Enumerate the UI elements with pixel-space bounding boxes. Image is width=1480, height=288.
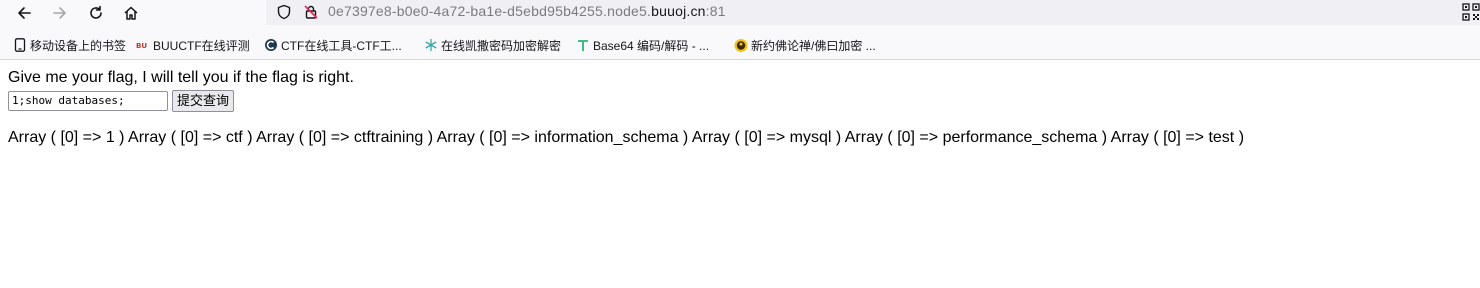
bookmark-buuctf[interactable]: BU BUUCTF在线评测 [136, 36, 250, 54]
bookmark-ctf-tools[interactable]: CTF在线工具-CTF工... [264, 36, 402, 54]
bookmark-base64[interactable]: Base64 编码/解码 - ... [576, 36, 709, 54]
bookmark-label: 在线凯撒密码加密解密 [441, 38, 562, 53]
ctf-tools-icon [264, 38, 278, 52]
bookmarks-bar: 移动设备上的书签 BU BUUCTF在线评测 CTF在线工具-CTF工... 在… [0, 26, 1480, 60]
bookmark-label: CTF在线工具-CTF工... [281, 38, 402, 53]
bookmark-label: 移动设备上的书签 [30, 38, 127, 53]
insecure-lock-icon[interactable] [301, 2, 321, 22]
mobile-icon [13, 38, 27, 52]
shield-icon[interactable] [274, 2, 294, 22]
svg-text:BU: BU [136, 42, 147, 50]
qr-code-icon[interactable] [1462, 3, 1480, 21]
url-port: :81 [705, 3, 726, 19]
back-button[interactable] [13, 2, 35, 24]
buddha-icon [734, 38, 748, 52]
submit-query-button[interactable]: 提交查询 [172, 90, 235, 112]
back-arrow-icon [18, 7, 31, 19]
url-domain: buuoj.cn [651, 3, 706, 19]
browser-toolbar: 0e7397e8-b0e0-4a72-ba1e-d5ebd95b4255.nod… [0, 0, 1480, 26]
url-text[interactable]: 0e7397e8-b0e0-4a72-ba1e-d5ebd95b4255.nod… [328, 3, 726, 19]
home-icon [124, 6, 138, 20]
bookmark-label: BUUCTF在线评测 [153, 38, 250, 53]
bookmark-label: Base64 编码/解码 - ... [593, 38, 710, 53]
query-result: Array ( [0] => 1 ) Array ( [0] => ctf ) … [8, 129, 1245, 146]
bookmark-mobile[interactable]: 移动设备上的书签 [13, 36, 126, 54]
flag-prompt: Give me your flag, I will tell you if th… [8, 69, 354, 86]
url-prefix: 0e7397e8-b0e0-4a72-ba1e-d5ebd95b4255.nod… [328, 3, 652, 19]
bookmark-label: 新约佛论禅/佛曰加密 ... [751, 38, 876, 53]
address-bar[interactable]: 0e7397e8-b0e0-4a72-ba1e-d5ebd95b4255.nod… [266, 0, 1480, 25]
forward-button[interactable] [49, 2, 71, 24]
forward-arrow-icon [53, 7, 66, 19]
flag-input[interactable] [8, 91, 168, 111]
bookmark-buddha[interactable]: 新约佛论禅/佛曰加密 ... [734, 36, 876, 54]
reload-icon [90, 5, 102, 19]
bookmark-caesar[interactable]: 在线凯撒密码加密解密 [424, 36, 561, 54]
home-button[interactable] [120, 2, 142, 24]
buuctf-icon: BU [136, 38, 150, 52]
snowflake-icon [424, 38, 438, 52]
t-logo-icon [576, 38, 590, 52]
reload-button[interactable] [85, 2, 107, 24]
